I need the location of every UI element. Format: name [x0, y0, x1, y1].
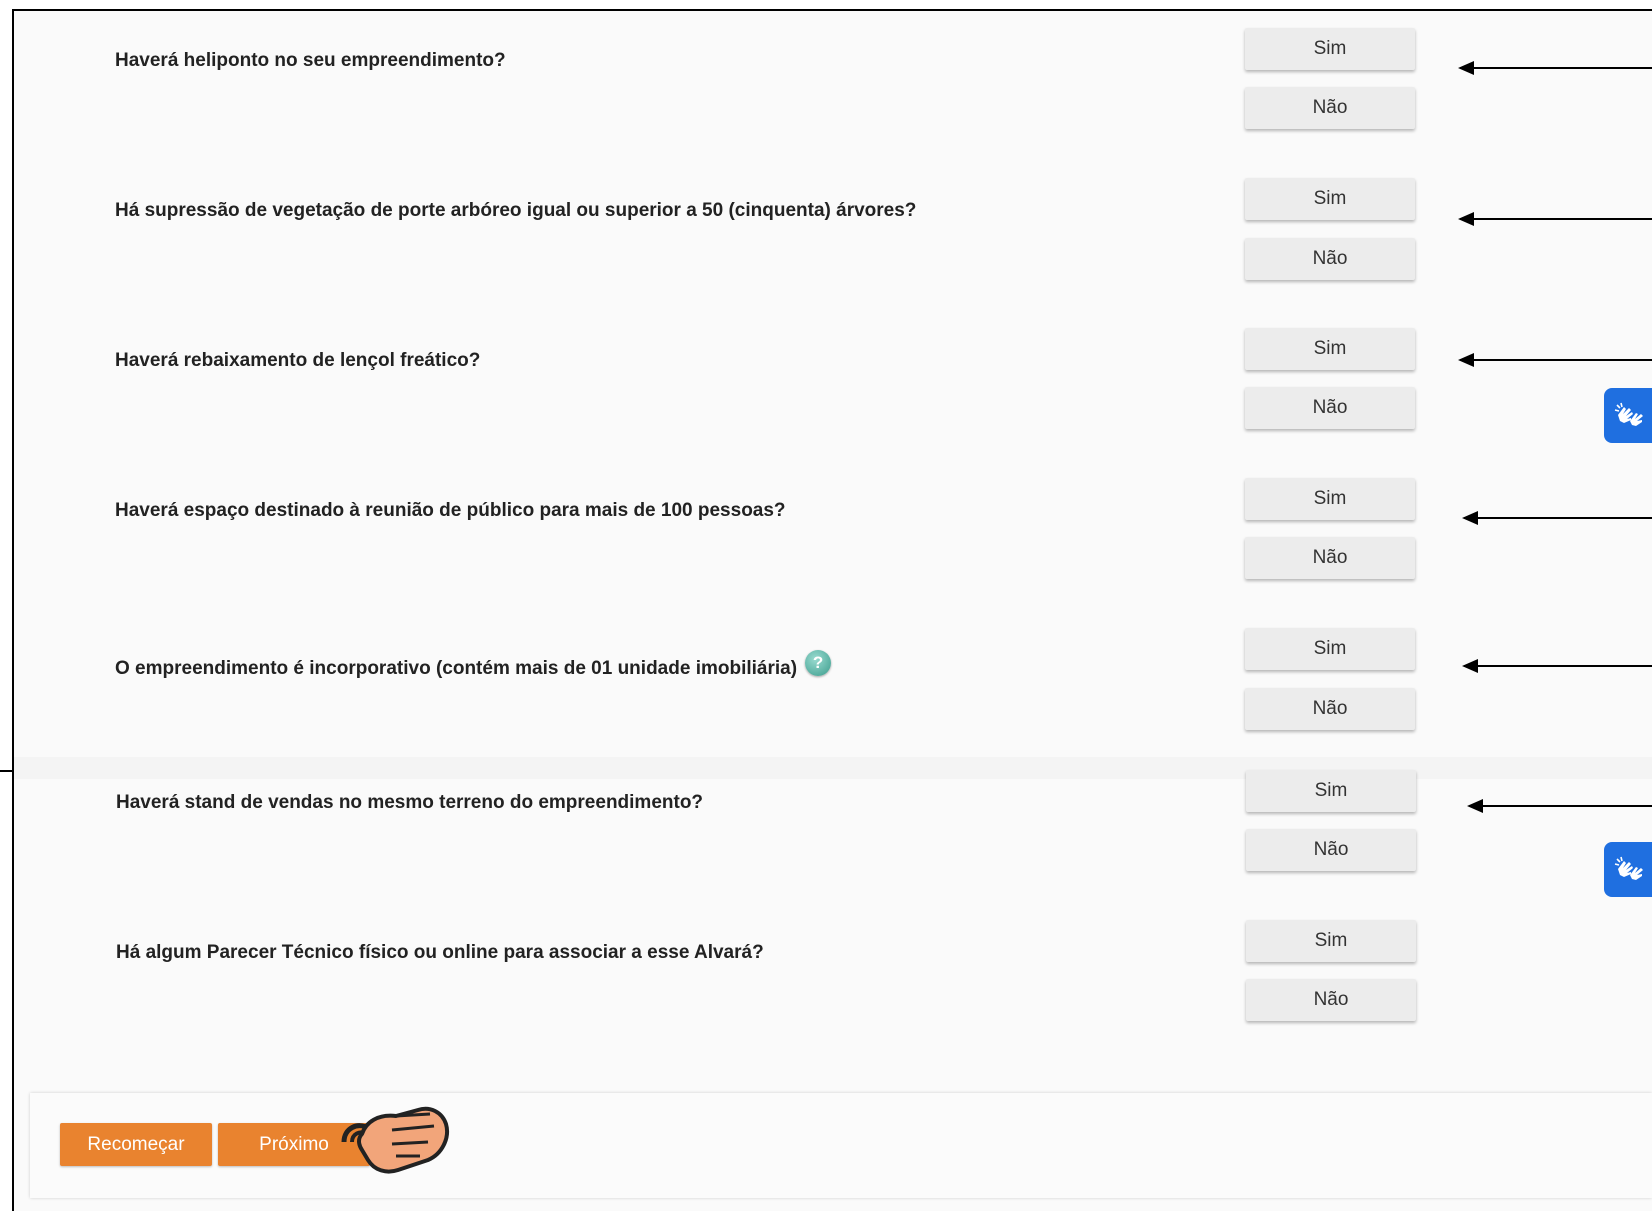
pointer-arrow-5 — [1462, 659, 1652, 673]
question-heliponto: Haverá heliponto no seu empreendimento? — [115, 50, 506, 71]
no-button-supressao[interactable]: Não — [1245, 238, 1415, 280]
no-button-rebaixamento[interactable]: Não — [1245, 387, 1415, 429]
sign-language-accessibility-button[interactable] — [1604, 388, 1652, 443]
no-button-parecer[interactable]: Não — [1246, 979, 1416, 1021]
no-button-heliponto[interactable]: Não — [1245, 87, 1415, 129]
sign-language-hands-icon — [1614, 402, 1643, 426]
yes-button-parecer[interactable]: Sim — [1246, 920, 1416, 962]
pointer-arrow-6 — [1467, 799, 1652, 813]
yes-button-heliponto[interactable]: Sim — [1245, 28, 1415, 70]
yes-button-stand-vendas[interactable]: Sim — [1246, 770, 1416, 812]
yes-button-rebaixamento[interactable]: Sim — [1245, 328, 1415, 370]
question-stand-vendas: Haverá stand de vendas no mesmo terreno … — [116, 792, 704, 813]
yes-button-reuniao[interactable]: Sim — [1245, 478, 1415, 520]
form-actions-footer: Recomeçar Próximo — [30, 1093, 1652, 1198]
question-incorporativo: O empreendimento é incorporativo (contém… — [115, 650, 832, 680]
question-supressao-vegetacao: Há supressão de vegetação de porte arbór… — [115, 200, 917, 221]
question-mark-help-icon[interactable]: ? — [805, 650, 832, 676]
no-button-incorporativo[interactable]: Não — [1245, 688, 1415, 730]
frame-edge-tick — [0, 770, 14, 772]
pointing-hand-icon — [341, 1106, 449, 1174]
pointer-arrow-3 — [1458, 353, 1652, 367]
no-button-reuniao[interactable]: Não — [1245, 537, 1415, 579]
question-reuniao-publico: Haverá espaço destinado à reunião de púb… — [115, 500, 786, 521]
pointer-arrow-2 — [1458, 212, 1652, 226]
yes-button-supressao[interactable]: Sim — [1245, 178, 1415, 220]
sign-language-accessibility-button-2[interactable] — [1604, 842, 1652, 897]
question-parecer-tecnico: Há algum Parecer Técnico físico ou onlin… — [116, 942, 764, 963]
question-rebaixamento-lencol: Haverá rebaixamento de lençol freático? — [115, 350, 481, 371]
question-incorporativo-text: O empreendimento é incorporativo (contém… — [115, 658, 798, 679]
pointer-arrow-1 — [1458, 61, 1652, 75]
restart-button[interactable]: Recomeçar — [60, 1123, 212, 1166]
sign-language-hands-icon — [1614, 856, 1643, 880]
no-button-stand-vendas[interactable]: Não — [1246, 829, 1416, 871]
yes-button-incorporativo[interactable]: Sim — [1245, 628, 1415, 670]
pointer-arrow-4 — [1462, 511, 1652, 525]
